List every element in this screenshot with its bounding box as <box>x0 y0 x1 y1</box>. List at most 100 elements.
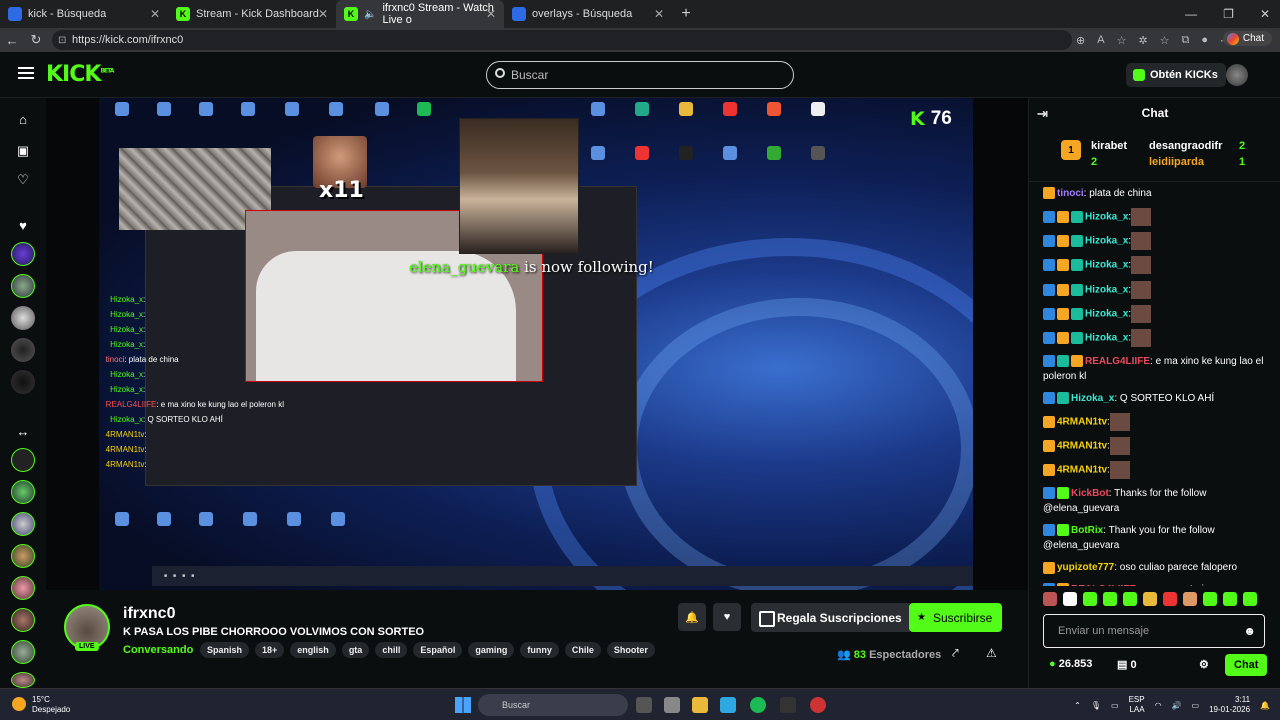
volume-icon[interactable]: 🔊 <box>1172 701 1182 710</box>
chat-username[interactable]: 4RMAN1tv <box>1057 465 1107 476</box>
tab-overlays-search[interactable]: overlays - Búsqueda ✕ <box>504 0 672 28</box>
app-icon[interactable] <box>810 697 826 713</box>
chat-settings-icon[interactable]: ⚙ <box>1199 658 1209 671</box>
zoom-icon[interactable]: ⊕ <box>1076 34 1085 47</box>
taskbar-search[interactable]: Buscar <box>478 694 628 716</box>
tray-app-icon[interactable]: ▭ <box>1111 701 1119 710</box>
close-tab-icon[interactable]: ✕ <box>318 7 328 21</box>
maximize-icon[interactable]: ❐ <box>1223 7 1234 21</box>
emote[interactable] <box>1163 592 1177 606</box>
favorites-heart-icon[interactable]: ♥ <box>15 218 31 234</box>
get-kicks-button[interactable]: Obtén KICKs <box>1126 63 1226 87</box>
close-tab-icon[interactable]: ✕ <box>654 7 664 21</box>
tab-kick-dashboard[interactable]: K Stream - Kick Dashboard ✕ <box>168 0 336 28</box>
emote[interactable] <box>1243 592 1257 606</box>
chat-username[interactable]: tinoci <box>1057 188 1084 199</box>
channel-name[interactable]: ifrxnc0 <box>123 605 175 623</box>
kick-logo[interactable]: KICKBETA <box>46 62 114 87</box>
tag[interactable]: Spanish <box>200 642 250 658</box>
follow-heart-button[interactable]: ♥ <box>713 603 741 631</box>
spotify-icon[interactable] <box>750 697 766 713</box>
store-icon[interactable] <box>664 697 680 713</box>
favorite-star-icon[interactable]: ☆ <box>1117 34 1127 47</box>
tag[interactable]: english <box>290 642 336 658</box>
app-icon[interactable] <box>780 697 796 713</box>
weather-widget[interactable]: 15°C Despejado <box>12 695 70 715</box>
chat-username[interactable]: BotRix <box>1071 525 1103 536</box>
wifi-icon[interactable]: ◠ <box>1155 701 1162 710</box>
chat-username[interactable]: REALG4LIIFE <box>1085 356 1150 367</box>
tab-kick-search[interactable]: kick - Búsqueda ✕ <box>0 0 168 28</box>
tag[interactable]: 18+ <box>255 642 285 658</box>
tag[interactable]: Español <box>413 642 463 658</box>
tray-chevron-icon[interactable]: ⌃ <box>1074 701 1081 710</box>
extensions-icon[interactable]: ✲ <box>1138 34 1147 47</box>
collections-icon[interactable]: ⧉ <box>1182 34 1190 47</box>
recommended-channel-avatar[interactable] <box>11 544 35 568</box>
emote[interactable] <box>1083 592 1097 606</box>
minimize-icon[interactable]: — <box>1185 7 1197 21</box>
close-tab-icon[interactable]: ✕ <box>486 7 496 21</box>
emote[interactable] <box>1043 592 1057 606</box>
recommended-channel-avatar[interactable] <box>11 576 35 600</box>
emote[interactable] <box>1103 592 1117 606</box>
emote[interactable] <box>1063 592 1077 606</box>
chat-username[interactable]: yupizote777 <box>1057 562 1114 573</box>
recommended-channel-avatar[interactable] <box>11 448 35 472</box>
report-icon[interactable]: ⚠ <box>986 646 997 660</box>
tab-stream-active[interactable]: K 🔈 ifrxnc0 Stream - Watch Live o ✕ <box>336 0 504 28</box>
battery-icon[interactable]: ▭ <box>1192 701 1200 710</box>
site-info-icon[interactable]: ⊡ <box>58 35 66 46</box>
followed-channel-avatar[interactable] <box>11 242 35 266</box>
back-icon[interactable]: ← <box>0 33 24 48</box>
leader-name[interactable]: kirabet <box>1091 140 1127 152</box>
windows-start-icon[interactable] <box>455 697 471 713</box>
recommended-channel-avatar[interactable] <box>11 480 35 504</box>
tag[interactable]: chill <box>375 642 408 658</box>
mute-icon[interactable]: 🔈 <box>364 9 376 20</box>
subscribe-button[interactable]: Suscribirse <box>909 603 1003 632</box>
menu-icon[interactable] <box>18 67 34 79</box>
chat-username[interactable]: KickBot <box>1071 488 1109 499</box>
chat-username[interactable]: Hizoka_x <box>1085 284 1128 295</box>
tag[interactable]: gta <box>341 642 370 658</box>
read-aloud-icon[interactable]: A <box>1097 34 1104 46</box>
recommended-icon[interactable]: ↔ <box>15 424 31 440</box>
favorites-icon[interactable]: ☆ <box>1160 34 1170 47</box>
gift-subs-button[interactable]: Regala Suscripciones <box>751 603 912 632</box>
share-icon[interactable]: ⤤ <box>952 646 959 661</box>
followed-channel-avatar[interactable] <box>11 370 35 394</box>
home-icon[interactable]: ⌂ <box>15 112 31 128</box>
leader-name[interactable]: leidiiparda <box>1149 156 1204 168</box>
tag[interactable]: gaming <box>468 642 515 658</box>
recommended-channel-avatar[interactable] <box>11 672 35 688</box>
followed-channel-avatar[interactable] <box>11 338 35 362</box>
chat-username[interactable]: Hizoka_x <box>1085 236 1128 247</box>
collapse-chat-icon[interactable]: ⇥ <box>1037 106 1048 122</box>
stream-category[interactable]: Conversando <box>123 644 193 656</box>
chat-username[interactable]: Hizoka_x <box>1085 309 1128 320</box>
following-icon[interactable]: ♡ <box>15 172 31 188</box>
close-window-icon[interactable]: ✕ <box>1260 7 1270 21</box>
send-chat-button[interactable]: Chat <box>1225 654 1268 676</box>
edge-icon[interactable] <box>720 697 736 713</box>
input-language[interactable]: ESP LAA <box>1129 695 1145 715</box>
emote[interactable] <box>1203 592 1217 606</box>
chat-username[interactable]: 4RMAN1tv <box>1057 416 1107 427</box>
chat-username[interactable]: Hizoka_x <box>1071 393 1114 404</box>
new-tab-button[interactable]: + <box>672 5 700 23</box>
notification-bell-button[interactable]: 🔔 <box>678 603 706 631</box>
followed-channel-avatar[interactable] <box>11 306 35 330</box>
copilot-chat-button[interactable]: Chat <box>1222 31 1272 46</box>
chat-username[interactable]: Hizoka_x <box>1085 260 1128 271</box>
emote[interactable] <box>1123 592 1137 606</box>
reload-icon[interactable]: ↻ <box>24 32 48 48</box>
leader-name[interactable]: desangraodifr <box>1149 140 1222 152</box>
tag[interactable]: Chile <box>564 642 601 658</box>
tag[interactable]: Shooter <box>606 642 655 658</box>
mic-icon[interactable]: 🎙 <box>1091 701 1101 710</box>
close-tab-icon[interactable]: ✕ <box>150 7 160 21</box>
emote[interactable] <box>1183 592 1197 606</box>
followed-channel-avatar[interactable] <box>11 274 35 298</box>
chat-message-input[interactable]: Enviar un mensaje ☻ <box>1043 614 1265 648</box>
